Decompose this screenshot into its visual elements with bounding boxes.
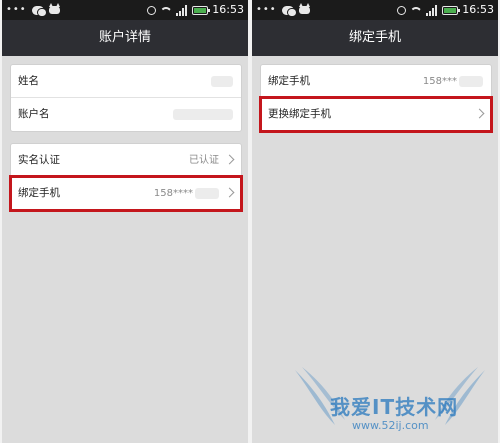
chevron-right-icon	[224, 154, 235, 165]
redacted-value	[459, 76, 483, 87]
bind-phone-group: 绑定手机 158*** 更换绑定手机	[259, 64, 493, 133]
battery-icon	[192, 5, 211, 15]
redacted-value	[173, 109, 233, 120]
change-bound-phone-row[interactable]: 更换绑定手机	[259, 96, 493, 133]
chat-icon	[281, 5, 296, 16]
alarm-icon	[147, 5, 157, 15]
wifi-icon	[410, 4, 422, 16]
watermark-url: www.52ij.com	[352, 419, 429, 432]
clock: 16:53	[212, 3, 244, 16]
account-name-row: 账户名	[11, 98, 241, 131]
name-row: 姓名	[11, 65, 241, 98]
battery-icon	[442, 5, 461, 15]
notification-dots: •••	[256, 4, 277, 15]
signal-icon	[426, 4, 438, 16]
chevron-right-icon	[224, 187, 235, 198]
screenshot-composite: ••• 16:53 账户详情 姓名 账户名 实名认证 已认证 绑定手机 158*…	[0, 0, 500, 443]
chevron-right-icon	[474, 108, 485, 119]
cat-icon	[298, 3, 310, 14]
phone-number: 158***	[422, 76, 457, 87]
row-label: 账户名	[18, 108, 50, 120]
redacted-value	[211, 76, 233, 87]
page-title: 绑定手机	[252, 20, 498, 56]
wifi-icon	[160, 4, 172, 16]
chat-icon	[31, 5, 46, 16]
phone-number: 158****	[153, 188, 193, 199]
row-label: 绑定手机	[18, 187, 60, 199]
alarm-icon	[397, 5, 407, 15]
clock: 16:53	[462, 3, 494, 16]
current-phone-row: 绑定手机 158***	[261, 65, 491, 98]
redacted-value	[195, 188, 219, 199]
watermark-text: 我爱IT技术网	[330, 395, 459, 419]
account-details-screen: ••• 16:53 账户详情 姓名 账户名 实名认证 已认证 绑定手机 158*…	[2, 0, 248, 443]
row-label: 姓名	[18, 75, 39, 87]
row-label: 更换绑定手机	[268, 108, 331, 120]
verification-status: 已认证	[189, 155, 219, 166]
real-name-verification-row[interactable]: 实名认证 已认证	[11, 144, 241, 177]
notification-dots: •••	[6, 4, 27, 15]
status-bar: ••• 16:53	[252, 0, 498, 20]
bind-phone-row[interactable]: 绑定手机 158****	[9, 175, 243, 212]
profile-group: 姓名 账户名	[10, 64, 242, 132]
cat-icon	[48, 3, 60, 14]
status-bar: ••• 16:53	[2, 0, 248, 20]
row-label: 实名认证	[18, 154, 60, 166]
page-title: 账户详情	[2, 20, 248, 56]
signal-icon	[176, 4, 188, 16]
site-watermark: 我爱IT技术网 www.52ij.com	[290, 365, 490, 440]
verification-group: 实名认证 已认证 绑定手机 158****	[9, 143, 243, 212]
row-label: 绑定手机	[268, 75, 310, 87]
